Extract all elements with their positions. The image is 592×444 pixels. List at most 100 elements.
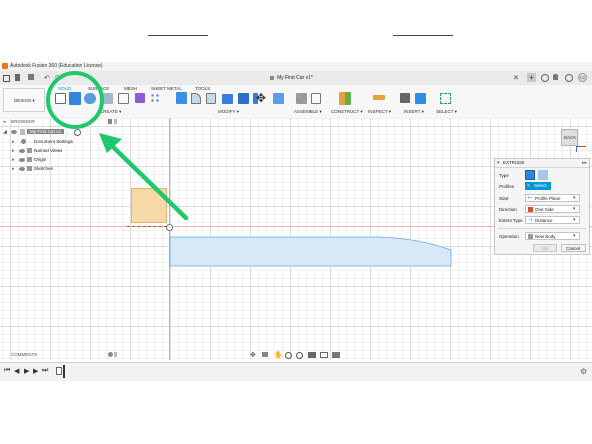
visibility-eye-icon[interactable] xyxy=(19,149,25,153)
timeline-settings-icon[interactable]: ⚙ xyxy=(580,367,587,376)
viewcube[interactable]: BACK xyxy=(561,129,578,146)
operation-dropdown[interactable]: New Body ▾ xyxy=(525,232,580,240)
grid-icon[interactable] xyxy=(3,75,10,82)
cursor-icon: ↖ xyxy=(527,183,531,188)
type-solid-icon[interactable] xyxy=(525,170,535,180)
expand-arrow-icon[interactable]: ▸ xyxy=(12,148,15,154)
visibility-eye-icon[interactable] xyxy=(19,167,25,171)
insert-derive-icon[interactable] xyxy=(400,93,410,103)
extent-dropdown[interactable]: ⊣ Distance ▾ xyxy=(525,216,580,224)
fillet-icon[interactable] xyxy=(191,93,201,104)
display-settings-icon[interactable] xyxy=(308,352,316,358)
pan-icon[interactable]: ✋ xyxy=(274,351,283,359)
step-forward-icon[interactable]: ▶ xyxy=(33,367,38,375)
extrude-icon[interactable] xyxy=(69,92,81,105)
group-insert[interactable]: INSERT ▾ xyxy=(404,109,424,115)
insert-canvas-icon[interactable] xyxy=(415,93,426,104)
sweep-icon[interactable] xyxy=(103,93,113,104)
help-icon[interactable] xyxy=(565,74,573,82)
tab-sheet-metal[interactable]: SHEET METAL xyxy=(151,86,182,91)
type-thin-icon[interactable] xyxy=(538,170,548,180)
tab-solid[interactable]: SOLID xyxy=(58,86,72,91)
tab-surface[interactable]: SURFACE xyxy=(88,86,109,91)
group-inspect[interactable]: INSPECT ▾ xyxy=(368,109,391,115)
expand-arrow-icon[interactable]: ▸ xyxy=(12,166,15,172)
sketch-profile[interactable] xyxy=(131,188,167,223)
close-browser-icon[interactable] xyxy=(114,119,117,124)
bell-icon[interactable] xyxy=(553,74,558,80)
chamfer-icon[interactable] xyxy=(206,93,216,104)
document-tab[interactable]: My First Car v1* xyxy=(277,75,313,81)
combine-icon[interactable] xyxy=(238,93,249,104)
start-dropdown[interactable]: ⊢ Profile Plane ▾ xyxy=(525,194,580,202)
play-icon[interactable]: ▶ xyxy=(24,367,29,375)
joint-icon[interactable] xyxy=(311,93,321,104)
visibility-eye-icon[interactable] xyxy=(19,158,25,162)
expand-arrow-icon[interactable]: ▸ xyxy=(12,157,15,163)
move-icon[interactable]: ✥ xyxy=(256,91,266,105)
origin-point-icon[interactable] xyxy=(166,224,173,231)
redo-icon[interactable]: ↷ xyxy=(55,74,61,82)
visibility-eye-icon[interactable] xyxy=(11,130,17,134)
timeline-sketch-feature[interactable] xyxy=(56,367,62,375)
group-construct[interactable]: CONSTRUCT ▾ xyxy=(331,109,363,115)
loft-icon[interactable] xyxy=(118,93,129,104)
user-avatar[interactable]: CC xyxy=(578,73,587,82)
collapse-browser-icon[interactable]: ◂ xyxy=(3,119,6,125)
zoom-icon[interactable] xyxy=(285,352,292,359)
offset-plane-icon[interactable] xyxy=(339,92,351,105)
save-icon[interactable] xyxy=(28,74,34,80)
viewports-icon[interactable] xyxy=(332,352,340,358)
measure-icon[interactable] xyxy=(373,95,385,100)
distance-icon: ⊣ xyxy=(528,217,533,223)
group-assemble[interactable]: ASSEMBLE ▾ xyxy=(294,109,322,115)
undo-icon[interactable]: ↶ xyxy=(44,74,50,82)
box-icon[interactable] xyxy=(135,93,145,103)
expand-arrow-icon[interactable]: ▸ xyxy=(12,139,15,145)
clock-icon[interactable] xyxy=(541,74,549,82)
create-sketch-icon[interactable] xyxy=(55,93,66,104)
go-to-end-icon[interactable]: ⏭ xyxy=(42,367,48,375)
file-icon[interactable] xyxy=(15,74,20,81)
select-icon[interactable] xyxy=(440,93,451,104)
pin-browser-icon[interactable] xyxy=(108,119,112,124)
browser-item[interactable]: ▸ Origin xyxy=(12,157,92,164)
browser-item[interactable]: ▸ Named Views xyxy=(12,148,92,155)
browser-item[interactable]: ▸ Document Settings xyxy=(12,139,92,146)
zoom-window-icon[interactable] xyxy=(296,352,303,359)
collapse-comments-icon[interactable] xyxy=(114,352,117,357)
comments-bar[interactable]: COMMENTS xyxy=(3,351,118,359)
look-at-icon[interactable] xyxy=(262,352,268,357)
collapse-dialog-icon[interactable]: ▾ xyxy=(497,160,500,166)
go-to-start-icon[interactable]: ⏮ xyxy=(4,367,10,375)
expand-arrow-icon[interactable]: ◢ xyxy=(3,129,7,135)
car-profile-sketch[interactable] xyxy=(168,234,454,268)
draft-icon[interactable] xyxy=(273,93,284,104)
workspace-dropdown[interactable]: DESIGN ▾ xyxy=(3,88,45,112)
direction-dropdown[interactable]: One Side ▾ xyxy=(525,205,580,213)
press-pull-icon[interactable] xyxy=(176,92,187,104)
radio-active-icon[interactable] xyxy=(74,129,81,136)
new-tab-button[interactable]: + xyxy=(527,73,536,82)
browser-item[interactable]: ▸ Sketches xyxy=(12,166,92,173)
profiles-select-button[interactable]: ↖ Select xyxy=(525,182,551,190)
timeline-marker[interactable] xyxy=(63,365,65,378)
group-create[interactable]: CREATE ▾ xyxy=(100,109,121,115)
revolve-icon[interactable] xyxy=(84,93,96,104)
tab-mesh[interactable]: MESH xyxy=(124,86,137,91)
expand-dialog-icon[interactable]: ▸▸ xyxy=(582,160,587,166)
pattern-icon[interactable] xyxy=(150,93,161,104)
shell-icon[interactable] xyxy=(222,94,233,104)
tab-tools[interactable]: TOOLS xyxy=(195,86,210,91)
add-comment-icon[interactable] xyxy=(108,352,113,357)
cancel-button[interactable]: Cancel xyxy=(561,244,586,252)
browser-root-row[interactable]: ◢ My First Car v1 xyxy=(3,129,81,136)
group-modify[interactable]: MODIFY ▾ xyxy=(218,109,239,115)
step-back-icon[interactable]: ◀ xyxy=(14,367,19,375)
ok-button[interactable]: OK xyxy=(533,244,557,252)
close-tab-icon[interactable]: ✕ xyxy=(513,74,519,82)
orbit-icon[interactable]: ✥ xyxy=(250,351,256,359)
new-component-icon[interactable] xyxy=(296,93,307,104)
grid-settings-icon[interactable] xyxy=(320,352,328,358)
group-select[interactable]: SELECT ▾ xyxy=(436,109,457,115)
